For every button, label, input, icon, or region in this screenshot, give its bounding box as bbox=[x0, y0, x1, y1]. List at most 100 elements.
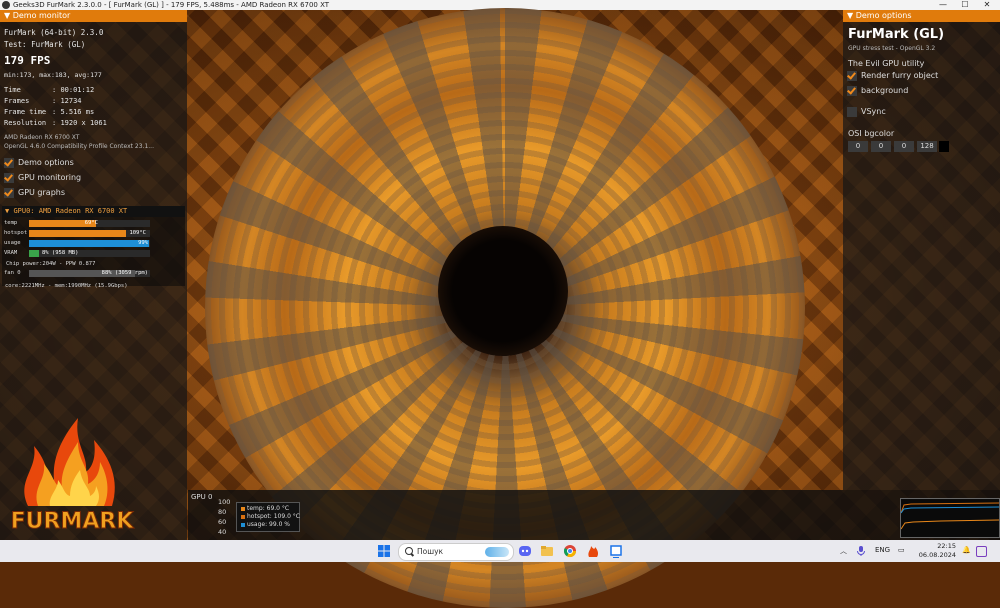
furmark-logo: FURMARK bbox=[10, 418, 135, 535]
bar-label: temp bbox=[4, 220, 18, 226]
fps-stats: min:173, max:183, avg:177 bbox=[4, 71, 102, 79]
gpu-monitor-panel: ▼ GPU0: AMD Radeon RX 6700 XT temp 69°C … bbox=[2, 206, 185, 286]
notification-bell-icon[interactable]: 🔔 bbox=[962, 546, 971, 554]
start-menu-icon[interactable] bbox=[377, 544, 391, 558]
gpu-name: AMD Radeon RX 6700 XT bbox=[4, 134, 80, 141]
checkbox-label: background bbox=[861, 86, 909, 95]
demo-options-header[interactable]: ▼ Demo options bbox=[843, 10, 1000, 22]
bar-value: 69°C bbox=[84, 220, 98, 226]
gpu-usage-bar: usage 99% bbox=[4, 240, 150, 247]
bar-label: VRAM bbox=[4, 250, 18, 256]
render-furry-object-toggle[interactable]: Render furry object bbox=[847, 70, 938, 82]
bar-label: usage bbox=[4, 240, 21, 246]
checkbox-checked-icon[interactable] bbox=[847, 70, 857, 81]
y-tick: 40 bbox=[218, 528, 227, 536]
bgcolor-g-input[interactable]: 0 bbox=[871, 141, 891, 152]
show-hidden-icons-icon[interactable]: ︿ bbox=[840, 546, 847, 556]
graph-plot bbox=[900, 498, 1000, 538]
stat-value: 00:01:12 bbox=[60, 86, 95, 94]
checkbox-checked-icon[interactable] bbox=[4, 172, 14, 183]
chip-power: Chip power:204W - PPW 0.877 bbox=[6, 261, 96, 267]
graph-legend: temp: 69.0 °C hotspot: 109.0 °C usage: 9… bbox=[236, 502, 300, 532]
legend-usage: usage: 99.0 % bbox=[241, 521, 290, 528]
app-icon bbox=[2, 1, 10, 9]
close-button[interactable]: ✕ bbox=[976, 0, 998, 10]
gpu-clocks: core:2221MHz - mem:1990MHz (15.9Gbps) bbox=[5, 283, 128, 289]
stat-value: 1920 x 1061 bbox=[60, 119, 107, 127]
legend-label: usage: 99.0 % bbox=[247, 521, 291, 528]
legend-swatch bbox=[241, 506, 245, 511]
demo-monitor-header[interactable]: ▼ Demo monitor bbox=[0, 10, 187, 22]
stat-time: Time: 00:01:12 bbox=[4, 86, 95, 94]
demo-options-panel: ▼ Demo options FurMark (GL) GPU stress t… bbox=[843, 10, 1000, 490]
checkbox-label: GPU graphs bbox=[18, 188, 66, 197]
bar-value: 8% (958 MB) bbox=[42, 250, 79, 256]
vsync-toggle[interactable]: VSync bbox=[847, 106, 886, 118]
checkbox-label: VSync bbox=[861, 107, 886, 116]
stat-label: Frame time bbox=[4, 108, 47, 116]
stat-label: Time bbox=[4, 86, 21, 94]
gpu-hotspot-bar: hotspot 109°C bbox=[4, 230, 150, 237]
active-window-icon[interactable] bbox=[609, 544, 623, 558]
clock-time: 22:15 bbox=[937, 542, 956, 550]
legend-swatch bbox=[241, 522, 245, 527]
usage-line bbox=[901, 506, 999, 514]
checkbox-checked-icon[interactable] bbox=[4, 187, 14, 198]
chrome-icon[interactable] bbox=[563, 544, 577, 558]
stat-resolution: Resolution: 1920 x 1061 bbox=[4, 119, 107, 127]
bar-track bbox=[29, 240, 150, 247]
network-icon[interactable]: ▭ bbox=[898, 546, 905, 554]
maximize-button[interactable]: ☐ bbox=[954, 0, 976, 10]
gpu-monitoring-toggle[interactable]: GPU monitoring bbox=[4, 172, 81, 184]
gpu-graphs-toggle[interactable]: GPU graphs bbox=[4, 187, 65, 199]
microphone-icon[interactable] bbox=[856, 545, 866, 557]
graph-title: GPU 0 bbox=[191, 493, 213, 501]
taskbar-search[interactable]: Пошук bbox=[398, 543, 514, 561]
bgcolor-swatch[interactable] bbox=[939, 141, 949, 152]
search-icon bbox=[405, 547, 413, 555]
app-version: FurMark (64-bit) 2.3.0 bbox=[4, 28, 104, 37]
bgcolor-b-input[interactable]: 0 bbox=[894, 141, 914, 152]
bar-fill bbox=[29, 250, 39, 257]
stat-frame-time: Frame time: 5.516 ms bbox=[4, 108, 95, 116]
minimize-button[interactable]: — bbox=[932, 0, 954, 10]
search-highlight-icon bbox=[485, 547, 509, 557]
demo-options-title: Demo options bbox=[855, 11, 912, 20]
copilot-icon[interactable] bbox=[976, 546, 987, 557]
demo-options-toggle[interactable]: Demo options bbox=[4, 157, 74, 169]
stat-label: Resolution bbox=[4, 119, 47, 127]
checkbox-checked-icon[interactable] bbox=[4, 157, 14, 168]
clock[interactable]: 22:15 06.08.2024 bbox=[910, 542, 956, 560]
checkbox-checked-icon[interactable] bbox=[847, 85, 857, 96]
y-tick: 60 bbox=[218, 518, 227, 526]
gpu-fan-bar: fan 0 88% (3059 rpm) bbox=[4, 270, 150, 277]
discord-icon[interactable] bbox=[518, 544, 532, 558]
checkbox-label: GPU monitoring bbox=[18, 173, 82, 182]
demo-tagline: The Evil GPU utility bbox=[848, 59, 925, 68]
background-toggle[interactable]: background bbox=[847, 85, 908, 97]
search-placeholder: Пошук bbox=[417, 547, 444, 556]
bgcolor-label: OSI bgcolor bbox=[848, 129, 895, 138]
bar-fill bbox=[29, 230, 126, 237]
legend-swatch bbox=[241, 514, 245, 519]
stat-frames: Frames: 12734 bbox=[4, 97, 82, 105]
gpu-monitor-title: GPU0: AMD Radeon RX 6700 XT bbox=[13, 207, 128, 215]
bar-value: 109°C bbox=[129, 230, 146, 236]
bgcolor-a-input[interactable]: 128 bbox=[917, 141, 937, 152]
demo-monitor-title: Demo monitor bbox=[12, 11, 71, 20]
language-indicator[interactable]: ENG bbox=[875, 546, 890, 554]
temp-line bbox=[901, 519, 999, 530]
checkbox-label: Demo options bbox=[18, 158, 74, 167]
bar-label: hotspot bbox=[4, 230, 28, 236]
gpu-monitor-header[interactable]: ▼ GPU0: AMD Radeon RX 6700 XT bbox=[2, 206, 185, 217]
checkbox-label: Render furry object bbox=[861, 71, 939, 80]
file-explorer-icon[interactable] bbox=[540, 544, 554, 558]
clock-date: 06.08.2024 bbox=[918, 551, 956, 559]
legend-hotspot: hotspot: 109.0 °C bbox=[241, 513, 300, 520]
bgcolor-r-input[interactable]: 0 bbox=[848, 141, 868, 152]
checkbox-unchecked-icon[interactable] bbox=[847, 106, 857, 117]
stat-label: Frames bbox=[4, 97, 30, 105]
legend-label: hotspot: 109.0 °C bbox=[247, 513, 300, 520]
furmark-taskbar-icon[interactable] bbox=[586, 544, 600, 558]
bar-value: 88% (3059 rpm) bbox=[101, 270, 148, 276]
